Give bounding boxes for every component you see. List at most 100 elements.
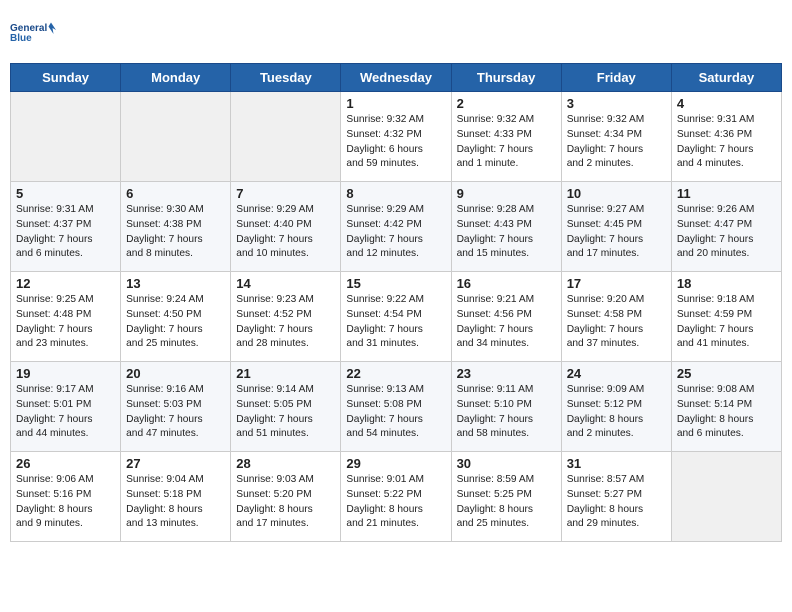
page-header: General Blue <box>10 10 782 55</box>
day-info: Sunrise: 9:29 AM Sunset: 4:42 PM Dayligh… <box>346 203 445 262</box>
day-number: 14 <box>236 276 335 291</box>
calendar-cell: 30 Sunrise: 8:59 AM Sunset: 5:25 PM Dayli… <box>451 452 561 542</box>
day-info: Sunrise: 9:04 AM Sunset: 5:18 PM Dayligh… <box>126 473 225 532</box>
calendar-cell: 15 Sunrise: 9:22 AM Sunset: 4:54 PM Dayli… <box>341 272 451 362</box>
day-number: 21 <box>236 366 335 381</box>
day-number: 8 <box>346 186 445 201</box>
day-info: Sunrise: 9:18 AM Sunset: 4:59 PM Dayligh… <box>677 293 776 352</box>
day-number: 3 <box>567 96 666 111</box>
day-info: Sunrise: 9:23 AM Sunset: 4:52 PM Dayligh… <box>236 293 335 352</box>
calendar-cell: 3 Sunrise: 9:32 AM Sunset: 4:34 PM Daylig… <box>561 92 671 182</box>
weekday-header: Saturday <box>671 64 781 92</box>
calendar-cell <box>121 92 231 182</box>
day-info: Sunrise: 8:59 AM Sunset: 5:25 PM Dayligh… <box>457 473 556 532</box>
calendar-cell: 12 Sunrise: 9:25 AM Sunset: 4:48 PM Dayli… <box>11 272 121 362</box>
calendar-cell: 7Sunrise: 9:29 AM Sunset: 4:40 PM Daylig… <box>231 182 341 272</box>
calendar-cell <box>11 92 121 182</box>
calendar-cell: 11 Sunrise: 9:26 AM Sunset: 4:47 PM Dayli… <box>671 182 781 272</box>
day-info: Sunrise: 9:11 AM Sunset: 5:10 PM Dayligh… <box>457 383 556 442</box>
day-number: 25 <box>677 366 776 381</box>
weekday-header: Sunday <box>11 64 121 92</box>
day-info: Sunrise: 9:17 AM Sunset: 5:01 PM Dayligh… <box>16 383 115 442</box>
calendar-cell: 19 Sunrise: 9:17 AM Sunset: 5:01 PM Dayli… <box>11 362 121 452</box>
calendar-cell: 6Sunrise: 9:30 AM Sunset: 4:38 PM Daylig… <box>121 182 231 272</box>
day-number: 24 <box>567 366 666 381</box>
day-info: Sunrise: 9:32 AM Sunset: 4:32 PM Dayligh… <box>346 113 445 172</box>
calendar-cell: 21Sunrise: 9:14 AM Sunset: 5:05 PM Dayli… <box>231 362 341 452</box>
day-info: Sunrise: 8:57 AM Sunset: 5:27 PM Dayligh… <box>567 473 666 532</box>
day-info: Sunrise: 9:29 AM Sunset: 4:40 PM Dayligh… <box>236 203 335 262</box>
day-number: 9 <box>457 186 556 201</box>
day-number: 4 <box>677 96 776 111</box>
svg-text:Blue: Blue <box>10 33 32 44</box>
day-number: 28 <box>236 456 335 471</box>
logo-svg: General Blue <box>10 10 60 55</box>
day-info: Sunrise: 9:24 AM Sunset: 4:50 PM Dayligh… <box>126 293 225 352</box>
day-info: Sunrise: 9:09 AM Sunset: 5:12 PM Dayligh… <box>567 383 666 442</box>
calendar-cell: 25 Sunrise: 9:08 AM Sunset: 5:14 PM Dayli… <box>671 362 781 452</box>
calendar-week-row: 12 Sunrise: 9:25 AM Sunset: 4:48 PM Dayli… <box>11 272 782 362</box>
calendar-cell: 16 Sunrise: 9:21 AM Sunset: 4:56 PM Dayli… <box>451 272 561 362</box>
day-number: 10 <box>567 186 666 201</box>
calendar-week-row: 1Sunrise: 9:32 AM Sunset: 4:32 PM Daylig… <box>11 92 782 182</box>
day-number: 5 <box>16 186 115 201</box>
day-info: Sunrise: 9:31 AM Sunset: 4:36 PM Dayligh… <box>677 113 776 172</box>
day-number: 19 <box>16 366 115 381</box>
calendar-cell: 17Sunrise: 9:20 AM Sunset: 4:58 PM Dayli… <box>561 272 671 362</box>
day-info: Sunrise: 9:32 AM Sunset: 4:34 PM Dayligh… <box>567 113 666 172</box>
day-number: 2 <box>457 96 556 111</box>
day-number: 31 <box>567 456 666 471</box>
calendar-cell: 26Sunrise: 9:06 AM Sunset: 5:16 PM Dayli… <box>11 452 121 542</box>
day-info: Sunrise: 9:32 AM Sunset: 4:33 PM Dayligh… <box>457 113 556 172</box>
calendar-cell: 2 Sunrise: 9:32 AM Sunset: 4:33 PM Daylig… <box>451 92 561 182</box>
day-number: 29 <box>346 456 445 471</box>
calendar-cell: 1Sunrise: 9:32 AM Sunset: 4:32 PM Daylig… <box>341 92 451 182</box>
calendar-header-row: SundayMondayTuesdayWednesdayThursdayFrid… <box>11 64 782 92</box>
day-info: Sunrise: 9:26 AM Sunset: 4:47 PM Dayligh… <box>677 203 776 262</box>
calendar-cell: 18 Sunrise: 9:18 AM Sunset: 4:59 PM Dayli… <box>671 272 781 362</box>
day-info: Sunrise: 9:25 AM Sunset: 4:48 PM Dayligh… <box>16 293 115 352</box>
day-number: 13 <box>126 276 225 291</box>
calendar-cell: 13 Sunrise: 9:24 AM Sunset: 4:50 PM Dayli… <box>121 272 231 362</box>
calendar-week-row: 19 Sunrise: 9:17 AM Sunset: 5:01 PM Dayli… <box>11 362 782 452</box>
calendar-table: SundayMondayTuesdayWednesdayThursdayFrid… <box>10 63 782 542</box>
calendar-cell: 9 Sunrise: 9:28 AM Sunset: 4:43 PM Daylig… <box>451 182 561 272</box>
day-info: Sunrise: 9:27 AM Sunset: 4:45 PM Dayligh… <box>567 203 666 262</box>
day-info: Sunrise: 9:08 AM Sunset: 5:14 PM Dayligh… <box>677 383 776 442</box>
calendar-week-row: 5 Sunrise: 9:31 AM Sunset: 4:37 PM Daylig… <box>11 182 782 272</box>
calendar-cell: 5 Sunrise: 9:31 AM Sunset: 4:37 PM Daylig… <box>11 182 121 272</box>
calendar-cell: 28Sunrise: 9:03 AM Sunset: 5:20 PM Dayli… <box>231 452 341 542</box>
calendar-week-row: 26Sunrise: 9:06 AM Sunset: 5:16 PM Dayli… <box>11 452 782 542</box>
calendar-cell: 14 Sunrise: 9:23 AM Sunset: 4:52 PM Dayli… <box>231 272 341 362</box>
svg-text:General: General <box>10 23 47 34</box>
day-info: Sunrise: 9:21 AM Sunset: 4:56 PM Dayligh… <box>457 293 556 352</box>
day-number: 12 <box>16 276 115 291</box>
calendar-cell: 31 Sunrise: 8:57 AM Sunset: 5:27 PM Dayli… <box>561 452 671 542</box>
day-info: Sunrise: 9:28 AM Sunset: 4:43 PM Dayligh… <box>457 203 556 262</box>
day-number: 30 <box>457 456 556 471</box>
day-number: 26 <box>16 456 115 471</box>
weekday-header: Friday <box>561 64 671 92</box>
calendar-cell: 27 Sunrise: 9:04 AM Sunset: 5:18 PM Dayli… <box>121 452 231 542</box>
logo: General Blue <box>10 10 60 55</box>
calendar-cell: 20Sunrise: 9:16 AM Sunset: 5:03 PM Dayli… <box>121 362 231 452</box>
weekday-header: Tuesday <box>231 64 341 92</box>
day-number: 27 <box>126 456 225 471</box>
calendar-cell <box>671 452 781 542</box>
day-number: 18 <box>677 276 776 291</box>
day-info: Sunrise: 9:13 AM Sunset: 5:08 PM Dayligh… <box>346 383 445 442</box>
day-info: Sunrise: 9:16 AM Sunset: 5:03 PM Dayligh… <box>126 383 225 442</box>
day-number: 16 <box>457 276 556 291</box>
day-info: Sunrise: 9:22 AM Sunset: 4:54 PM Dayligh… <box>346 293 445 352</box>
calendar-cell: 24 Sunrise: 9:09 AM Sunset: 5:12 PM Dayli… <box>561 362 671 452</box>
day-info: Sunrise: 9:30 AM Sunset: 4:38 PM Dayligh… <box>126 203 225 262</box>
calendar-cell: 8 Sunrise: 9:29 AM Sunset: 4:42 PM Daylig… <box>341 182 451 272</box>
day-number: 11 <box>677 186 776 201</box>
calendar-cell: 10 Sunrise: 9:27 AM Sunset: 4:45 PM Dayli… <box>561 182 671 272</box>
day-info: Sunrise: 9:01 AM Sunset: 5:22 PM Dayligh… <box>346 473 445 532</box>
day-info: Sunrise: 9:31 AM Sunset: 4:37 PM Dayligh… <box>16 203 115 262</box>
day-number: 15 <box>346 276 445 291</box>
day-number: 23 <box>457 366 556 381</box>
day-number: 17 <box>567 276 666 291</box>
calendar-cell: 29 Sunrise: 9:01 AM Sunset: 5:22 PM Dayli… <box>341 452 451 542</box>
